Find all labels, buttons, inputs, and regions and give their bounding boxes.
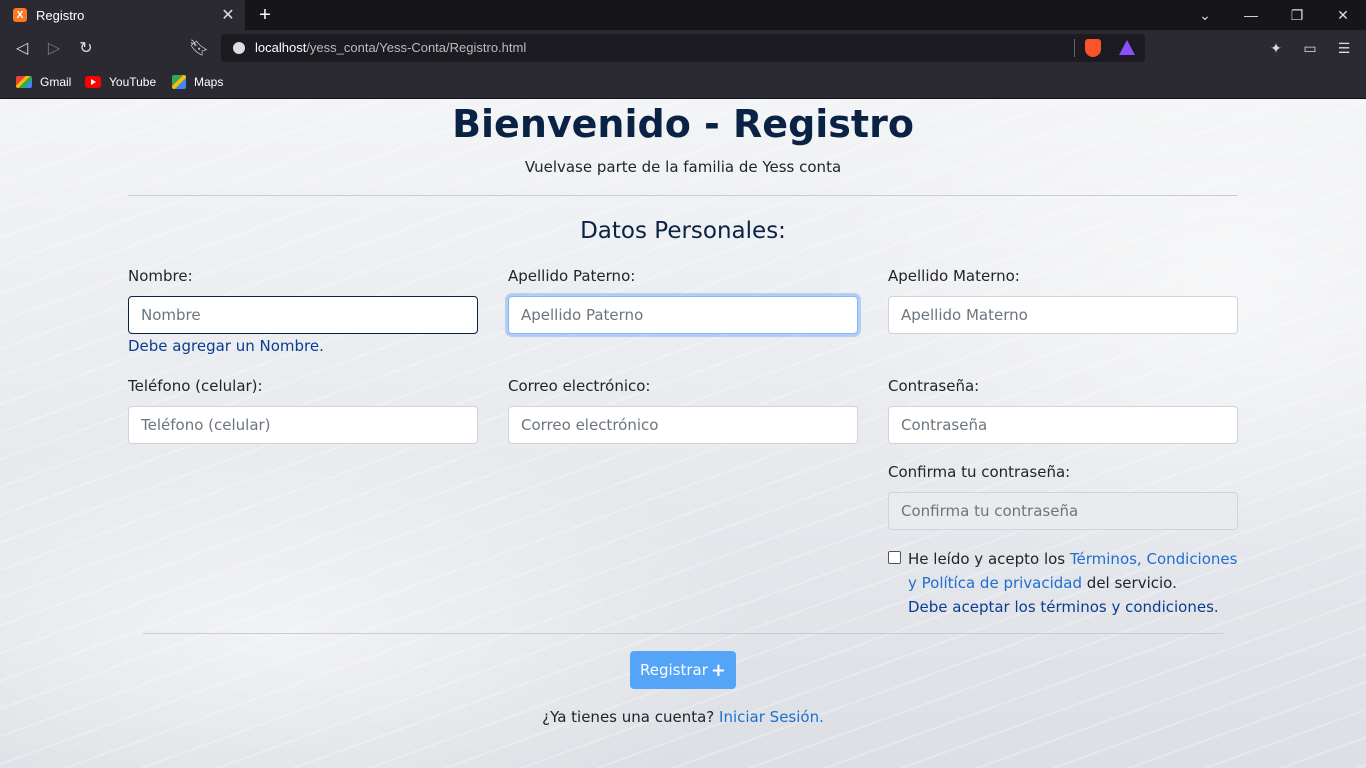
- apellido-paterno-label: Apellido Paterno:: [508, 267, 636, 285]
- tab-title: Registro: [36, 7, 85, 23]
- bookmark-label: YouTube: [109, 75, 157, 89]
- reload-icon[interactable]: ↻: [75, 37, 97, 59]
- new-tab-icon[interactable]: +: [255, 4, 275, 26]
- nombre-label: Nombre:: [128, 267, 193, 285]
- address-bar[interactable]: localhost/yess_conta/Yess-Conta/Registro…: [221, 34, 1145, 62]
- confirma-label: Confirma tu contraseña:: [888, 463, 1071, 481]
- login-prompt: ¿Ya tienes una cuenta? Iniciar Sesión.: [0, 708, 1366, 726]
- gmail-icon: [16, 76, 32, 88]
- terms-text: He leído y acepto los Términos, Condicio…: [908, 547, 1238, 619]
- page-content: Bienvenido - Registro Vuelvase parte de …: [0, 99, 1366, 768]
- correo-input[interactable]: [508, 406, 858, 444]
- restore-icon[interactable]: ❐: [1287, 4, 1307, 26]
- wallet-icon[interactable]: ▭: [1300, 38, 1320, 58]
- back-icon[interactable]: ◁: [11, 37, 33, 59]
- register-button-label: Registrar: [640, 661, 708, 679]
- minimize-icon[interactable]: —: [1241, 4, 1261, 26]
- forward-icon[interactable]: ▷: [43, 37, 65, 59]
- bookmark-gmail[interactable]: Gmail: [16, 72, 71, 92]
- terms-feedback: Debe aceptar los términos y condiciones.: [908, 598, 1219, 616]
- bookmark-maps[interactable]: Maps: [172, 72, 223, 92]
- divider: [143, 633, 1223, 634]
- menu-icon[interactable]: ☰: [1334, 38, 1354, 58]
- browser-toolbar: ◁ ▷ ↻ 🔖︎ localhost/yess_conta/Yess-Conta…: [0, 30, 1366, 66]
- apellido-materno-input[interactable]: [888, 296, 1238, 334]
- bookmark-label: Maps: [194, 75, 224, 89]
- active-tab[interactable]: X Registro ✕: [0, 0, 245, 30]
- youtube-icon: [85, 76, 101, 88]
- login-link[interactable]: Iniciar Sesión.: [719, 708, 824, 726]
- terms-prefix: He leído y acepto los: [908, 550, 1070, 568]
- plus-icon: +: [710, 659, 726, 681]
- site-info-icon[interactable]: [233, 42, 245, 54]
- confirma-input[interactable]: [888, 492, 1238, 530]
- contrasena-input[interactable]: [888, 406, 1238, 444]
- register-button[interactable]: Registrar +: [630, 651, 736, 689]
- telefono-input[interactable]: [128, 406, 478, 444]
- page-title: Bienvenido - Registro: [452, 102, 914, 146]
- bookmark-label: Gmail: [40, 75, 72, 89]
- extensions-puzzle-icon[interactable]: ✦: [1266, 38, 1286, 58]
- brave-rewards-icon[interactable]: [1119, 40, 1135, 55]
- url-divider: [1074, 39, 1075, 57]
- section-title: Datos Personales:: [580, 218, 786, 244]
- brave-shields-icon[interactable]: [1085, 39, 1101, 57]
- xampp-favicon-icon: X: [13, 8, 27, 22]
- terms-suffix: del servicio.: [1082, 574, 1177, 592]
- tab-bar: X Registro ✕ + ⌄ — ❐ ✕: [0, 0, 1366, 30]
- close-tab-icon[interactable]: ✕: [219, 6, 237, 24]
- tab-list-chevron-icon[interactable]: ⌄: [1195, 4, 1215, 26]
- nombre-feedback: Debe agregar un Nombre.: [128, 337, 324, 355]
- apellido-materno-label: Apellido Materno:: [888, 267, 1020, 285]
- close-window-icon[interactable]: ✕: [1333, 4, 1353, 26]
- contrasena-label: Contraseña:: [888, 377, 980, 395]
- url-text[interactable]: localhost/yess_conta/Yess-Conta/Registro…: [255, 40, 526, 55]
- bookmark-icon[interactable]: 🔖︎: [188, 37, 210, 59]
- maps-icon: [172, 75, 186, 89]
- telefono-label: Teléfono (celular):: [128, 377, 263, 395]
- page-subtitle: Vuelvase parte de la familia de Yess con…: [524, 158, 842, 176]
- bookmarks-bar: Gmail YouTube Maps: [0, 66, 1366, 99]
- nombre-input[interactable]: [128, 296, 478, 334]
- apellido-paterno-input[interactable]: [508, 296, 858, 334]
- divider: [128, 195, 1238, 196]
- terms-checkbox[interactable]: [888, 551, 901, 564]
- bookmark-youtube[interactable]: YouTube: [85, 72, 156, 92]
- correo-label: Correo electrónico:: [508, 377, 651, 395]
- login-prompt-text: ¿Ya tienes una cuenta?: [542, 708, 720, 726]
